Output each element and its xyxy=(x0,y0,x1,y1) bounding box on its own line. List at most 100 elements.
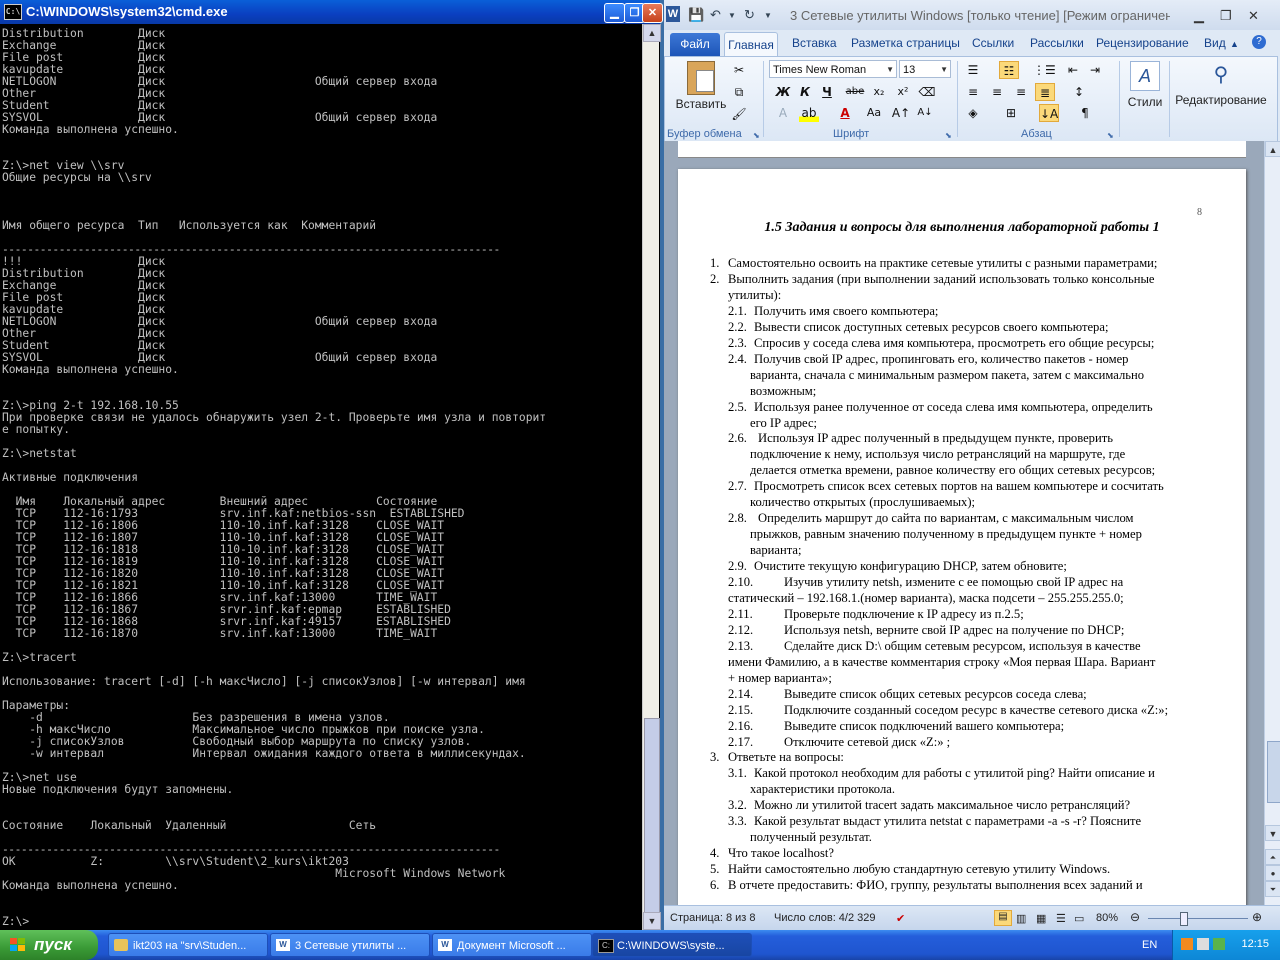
redo-icon[interactable]: ↻ xyxy=(744,7,755,23)
cmd-output[interactable]: Distribution Диск Exchange Диск File post … xyxy=(2,28,640,928)
undo-dropdown-icon[interactable]: ▼ xyxy=(728,11,736,20)
bold-button[interactable]: Ж xyxy=(773,83,793,101)
cmd-titlebar[interactable]: C:\ C:\WINDOWS\system32\cmd.exe ▁ ❐ ✕ xyxy=(0,0,663,24)
change-case-button[interactable]: Aa xyxy=(861,104,887,122)
help-icon[interactable]: ? xyxy=(1252,35,1266,49)
tab-view[interactable]: Вид xyxy=(1204,36,1226,50)
tab-insert[interactable]: Вставка xyxy=(792,36,837,50)
editing-button[interactable]: ⚲ Редактирование xyxy=(1171,59,1271,121)
customize-qat-icon[interactable]: ▼ xyxy=(764,11,772,20)
outline-icon[interactable]: ☰ xyxy=(1056,912,1066,925)
multilevel-list-icon[interactable]: ⋮☰ xyxy=(1033,61,1056,79)
taskbar-item-explorer[interactable]: ikt203 на "srv\Studen... xyxy=(108,933,268,957)
strikethrough-button[interactable]: abe xyxy=(845,83,865,101)
copy-icon[interactable]: ⧉ xyxy=(729,83,749,101)
increase-indent-icon[interactable]: ⇥ xyxy=(1085,61,1105,79)
word-scroll-thumb[interactable] xyxy=(1267,741,1280,803)
font-launcher-icon[interactable]: ⬊ xyxy=(945,131,952,140)
ribbon-separator xyxy=(763,61,764,137)
proofing-icon[interactable]: ✔ xyxy=(896,912,905,925)
document-area[interactable]: 8 1.5 Задания и вопросы для выполнения л… xyxy=(664,141,1264,905)
word-scroll-down-icon[interactable]: ▼ xyxy=(1265,825,1280,841)
document-page[interactable]: 8 1.5 Задания и вопросы для выполнения л… xyxy=(678,169,1246,905)
italic-button[interactable]: К xyxy=(795,83,815,101)
browse-object-icon[interactable]: ● xyxy=(1265,865,1280,881)
word-scroll-up-icon[interactable]: ▲ xyxy=(1265,141,1280,157)
scroll-down-icon[interactable]: ▼ xyxy=(643,912,661,930)
underline-button[interactable]: Ч xyxy=(817,83,837,101)
save-icon[interactable]: 💾 xyxy=(688,7,704,23)
word-close-button[interactable]: ✕ xyxy=(1248,8,1259,24)
volume-icon[interactable] xyxy=(1213,938,1225,950)
start-button[interactable]: пуск xyxy=(0,930,98,960)
minimize-ribbon-icon[interactable]: ▲ xyxy=(1230,39,1239,49)
show-marks-icon[interactable]: ¶ xyxy=(1075,104,1095,122)
word-minimize-button[interactable]: ▁ xyxy=(1194,8,1204,24)
superscript-button[interactable]: x² xyxy=(893,83,913,101)
font-color-icon[interactable]: A xyxy=(835,104,855,122)
align-right-icon[interactable]: ≡ xyxy=(1011,83,1031,101)
word-window[interactable]: W 💾 ↶ ▼ ↻ ▼ 3 Сетевые утилиты Windows [т… xyxy=(664,0,1280,931)
zoom-in-icon[interactable]: ⊕ xyxy=(1252,910,1262,924)
cmd-scroll-thumb[interactable] xyxy=(644,718,660,928)
shading-icon[interactable]: ◈ xyxy=(963,104,983,122)
decrease-indent-icon[interactable]: ⇤ xyxy=(1063,61,1083,79)
cmd-line: Новые подключения будут запомнены. xyxy=(2,783,234,796)
font-size-combo[interactable]: 13 ▼ xyxy=(899,60,951,78)
align-center-icon[interactable]: ≡ xyxy=(987,83,1007,101)
draft-icon[interactable]: ▭ xyxy=(1074,912,1084,925)
scroll-up-icon[interactable]: ▲ xyxy=(643,24,661,42)
text-effects-icon[interactable]: A xyxy=(773,104,793,122)
tab-home[interactable]: Главная xyxy=(724,32,778,57)
tab-mailings[interactable]: Рассылки xyxy=(1030,36,1084,50)
zoom-level[interactable]: 80% xyxy=(1096,912,1118,924)
highlight-icon[interactable]: ab xyxy=(799,104,819,122)
word-restore-button[interactable]: ❐ xyxy=(1220,8,1232,24)
web-layout-icon[interactable]: ▦ xyxy=(1036,912,1046,925)
clipboard-launcher-icon[interactable]: ⬊ xyxy=(753,131,760,140)
word-count-status[interactable]: Число слов: 4/2 329 xyxy=(774,912,876,924)
cmd-scrollbar[interactable]: ▲ ▼ xyxy=(642,24,661,930)
paste-button[interactable]: Вставить xyxy=(673,59,729,117)
clear-format-icon[interactable]: ⌫ xyxy=(917,83,937,101)
undo-icon[interactable]: ↶ xyxy=(710,7,721,23)
minimize-button[interactable]: ▁ xyxy=(604,3,625,23)
taskbar-item-cmd[interactable]: C: C:\WINDOWS\syste... xyxy=(592,933,752,957)
network-icon[interactable] xyxy=(1197,938,1209,950)
align-left-icon[interactable]: ≡ xyxy=(963,83,983,101)
numbering-icon[interactable]: ☷ xyxy=(999,61,1019,79)
borders-icon[interactable]: ⊞ xyxy=(1001,104,1021,122)
full-screen-icon[interactable]: ▥ xyxy=(1016,912,1026,925)
zoom-slider-thumb[interactable] xyxy=(1180,912,1188,926)
font-name-combo[interactable]: Times New Roman ▼ xyxy=(769,60,897,78)
word-titlebar[interactable]: W 💾 ↶ ▼ ↻ ▼ 3 Сетевые утилиты Windows [т… xyxy=(664,0,1280,30)
taskbar-item-word-doc-2[interactable]: W Документ Microsoft ... xyxy=(432,933,592,957)
antivirus-icon[interactable] xyxy=(1181,938,1193,950)
language-indicator[interactable]: EN xyxy=(1142,939,1157,951)
print-layout-icon[interactable]: ▤ xyxy=(994,910,1012,926)
styles-button[interactable]: A Стили xyxy=(1123,59,1167,121)
cmd-window[interactable]: C:\ C:\WINDOWS\system32\cmd.exe ▁ ❐ ✕ Di… xyxy=(0,0,663,930)
line-spacing-icon[interactable]: ↕ xyxy=(1069,83,1089,101)
tab-review[interactable]: Рецензирование xyxy=(1096,36,1189,50)
tab-layout[interactable]: Разметка страницы xyxy=(851,36,960,50)
close-button[interactable]: ✕ xyxy=(642,3,663,23)
shrink-font-icon[interactable]: A↓ xyxy=(915,104,935,122)
justify-icon[interactable]: ≣ xyxy=(1035,83,1055,101)
taskbar-item-word-doc[interactable]: W 3 Сетевые утилиты ... xyxy=(270,933,430,957)
zoom-slider[interactable] xyxy=(1148,918,1248,919)
page-count-status[interactable]: Страница: 8 из 8 xyxy=(670,912,756,924)
previous-page-icon[interactable]: ⏶ xyxy=(1265,849,1280,865)
cut-icon[interactable]: ✂ xyxy=(729,61,749,79)
grow-font-icon[interactable]: A↑ xyxy=(891,104,911,122)
bullets-icon[interactable]: ☰ xyxy=(963,61,983,79)
zoom-out-icon[interactable]: ⊖ xyxy=(1130,910,1140,924)
sort-icon[interactable]: ↓A xyxy=(1039,104,1059,122)
subscript-button[interactable]: x₂ xyxy=(869,83,889,101)
next-page-icon[interactable]: ⏷ xyxy=(1265,881,1280,897)
paragraph-launcher-icon[interactable]: ⬊ xyxy=(1107,131,1114,140)
word-vertical-scrollbar[interactable]: ▲ ▼ ⏶ ● ⏷ xyxy=(1264,141,1280,905)
tab-file[interactable]: Файл xyxy=(670,33,720,56)
tab-references[interactable]: Ссылки xyxy=(972,36,1014,50)
format-painter-icon[interactable]: 🖌 xyxy=(729,105,749,123)
